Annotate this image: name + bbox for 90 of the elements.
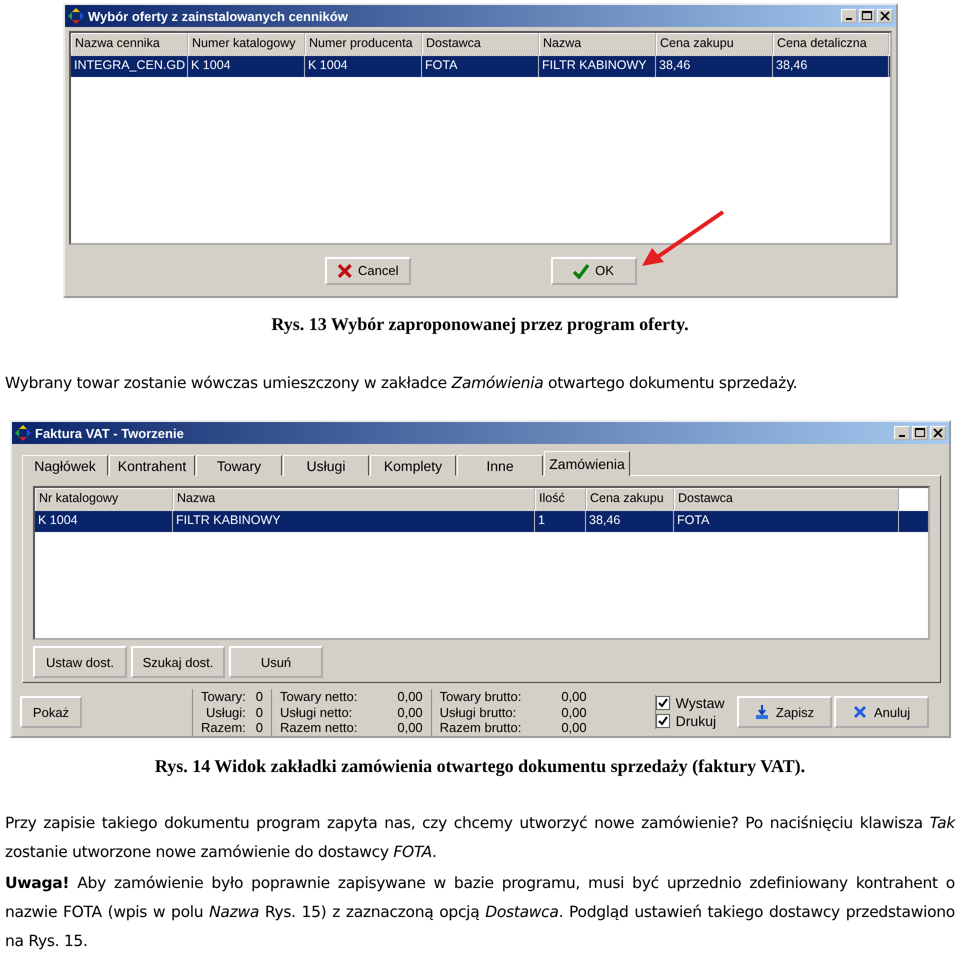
checkmark-icon xyxy=(658,698,668,708)
summary-value: 0,00 xyxy=(561,720,587,736)
figure-caption: Rys. 14 Widok zakładki zamówienia otwartego dokumentu sprzedaży (faktury VAT). xyxy=(154,756,806,777)
table-cell: INTEGRA_CEN.GD xyxy=(71,56,188,77)
column-header[interactable]: Nazwa cennika xyxy=(71,33,188,56)
summary-value: 0,00 xyxy=(561,689,587,704)
table-cell: FOTA xyxy=(422,56,539,77)
minimize-icon xyxy=(846,18,852,20)
window-title: Faktura VAT - Tworzenie xyxy=(35,426,185,440)
checkbox-label: Wystaw xyxy=(676,695,725,712)
cross-icon xyxy=(336,262,352,278)
column-header[interactable]: Cena detaliczna xyxy=(773,33,889,56)
paragraph: Uwaga! Aby zamówienie było poprawnie zapisywane w bazie programu, musi być uprzednio zdefiniowany kontrahent o nazwie FOTA (wpis w polu Nazwa Rys. 15) z zaznaczoną opcją Dostawca. Podgląd ustawień takiego dostawcy przedstawiono na Rys. 15. xyxy=(5,873,955,952)
summary-value: 0 xyxy=(256,689,264,704)
close-button[interactable] xyxy=(930,426,946,440)
column-header[interactable]: Cena zakupu xyxy=(586,488,674,511)
checkbox-label: Drukuj xyxy=(676,713,716,730)
table-cell: FILTR KABINOWY xyxy=(539,56,656,77)
table-cell: K 1004 xyxy=(188,56,305,77)
table-cell: K 1004 xyxy=(305,56,422,77)
table-cell: FILTR KABINOWY xyxy=(173,511,535,532)
summary-value: 0,00 xyxy=(397,720,423,736)
checkbox[interactable] xyxy=(656,714,670,728)
app-icon xyxy=(15,425,31,441)
table-cell: 38,46 xyxy=(656,56,773,77)
save-button[interactable]: Zapisz xyxy=(736,696,832,728)
close-icon xyxy=(878,10,892,22)
summary-label: Towary brutto: xyxy=(440,689,522,704)
app-icon xyxy=(68,8,84,24)
summary-label: Usługi: xyxy=(205,704,246,720)
cancel-button[interactable]: Cancel xyxy=(324,256,410,284)
table-cell: FOTA xyxy=(674,511,899,532)
tab[interactable]: Komplety xyxy=(370,455,456,476)
column-header[interactable]: Cena zakupu xyxy=(656,33,773,56)
summary-value: 0,00 xyxy=(397,689,423,704)
summary-label: Usługi brutto: xyxy=(440,704,518,720)
summary-label: Razem brutto: xyxy=(440,720,522,736)
table-cell: 38,46 xyxy=(586,511,674,532)
tab[interactable]: Inne xyxy=(457,455,543,476)
summary-label: Usługi netto: xyxy=(280,704,354,720)
window-title: Wybór oferty z zainstalowanych cenników xyxy=(88,8,349,24)
tab[interactable]: Zamówienia xyxy=(544,451,630,476)
paragraph: Wybrany towar zostanie wówczas umieszczony w zakładce Zamówienia otwartego dokumentu sprzedaży. xyxy=(5,373,798,394)
checkmark-icon xyxy=(658,716,668,726)
action-button[interactable]: Usuń xyxy=(229,646,323,678)
action-button[interactable]: Szukaj dost. xyxy=(131,646,225,678)
maximize-button[interactable] xyxy=(859,9,875,23)
summary-value: 0,00 xyxy=(561,704,587,720)
tab[interactable]: Kontrahent xyxy=(109,455,195,476)
maximize-button[interactable] xyxy=(912,426,928,440)
maximize-icon xyxy=(913,427,927,439)
close-icon xyxy=(931,427,945,439)
summary-value: 0,00 xyxy=(397,704,423,720)
figure-caption: Rys. 13 Wybór zaproponowanej przez program oferty. xyxy=(270,314,690,335)
action-button[interactable]: Ustaw dost. xyxy=(33,646,127,678)
table-cell: K 1004 xyxy=(35,511,173,532)
cross-icon xyxy=(852,704,868,720)
minimize-button[interactable] xyxy=(894,426,910,440)
summary-label: Razem netto: xyxy=(280,720,358,736)
table-cell: 38,46 xyxy=(773,56,889,77)
column-header[interactable]: Numer katalogowy xyxy=(188,33,305,56)
save-icon xyxy=(754,704,770,720)
table-row[interactable]: K 1004 FILTR KABINOWY 1 38,46 FOTA xyxy=(35,511,928,532)
summary-label: Towary netto: xyxy=(280,689,358,704)
paragraph: Przy zapisie takiego dokumentu program zapyta nas, czy chcemy utworzyć nowe zamówienie? Po naciśnięciu klawisza Tak zostanie utworzone nowe zamówienie do dostawcy FOTA. xyxy=(5,813,955,863)
tab[interactable]: Usługi xyxy=(283,455,369,476)
column-header[interactable]: Nazwa xyxy=(539,33,656,56)
column-header[interactable]: Ilość xyxy=(535,488,586,511)
ok-button[interactable]: OK xyxy=(550,256,636,284)
summary-value: 0 xyxy=(256,704,264,720)
tab[interactable]: Nagłówek xyxy=(22,455,108,476)
summary-label: Razem: xyxy=(201,720,246,736)
minimize-icon xyxy=(899,435,905,437)
column-header[interactable]: Dostawca xyxy=(422,33,539,56)
column-header[interactable]: Nr katalogowy xyxy=(35,488,173,511)
tab[interactable]: Towary xyxy=(196,455,282,476)
checkbox[interactable] xyxy=(656,696,670,710)
table-cell: 1 xyxy=(535,511,586,532)
show-button[interactable]: Pokaż xyxy=(20,696,82,728)
column-header[interactable]: Dostawca xyxy=(674,488,899,511)
summary-label: Towary: xyxy=(201,689,246,704)
column-header[interactable]: Numer producenta xyxy=(305,33,422,56)
maximize-icon xyxy=(860,10,874,22)
checkmark-icon xyxy=(573,262,590,278)
close-button[interactable] xyxy=(877,9,893,23)
cancel-button[interactable]: Anuluj xyxy=(834,696,929,728)
column-header[interactable]: Nazwa xyxy=(173,488,535,511)
minimize-button[interactable] xyxy=(841,9,857,23)
table-row[interactable]: INTEGRA_CEN.GD K 1004 K 1004 FOTA FILTR KABINOWY 38,46 38,46 xyxy=(71,56,890,77)
summary-value: 0 xyxy=(256,720,264,736)
